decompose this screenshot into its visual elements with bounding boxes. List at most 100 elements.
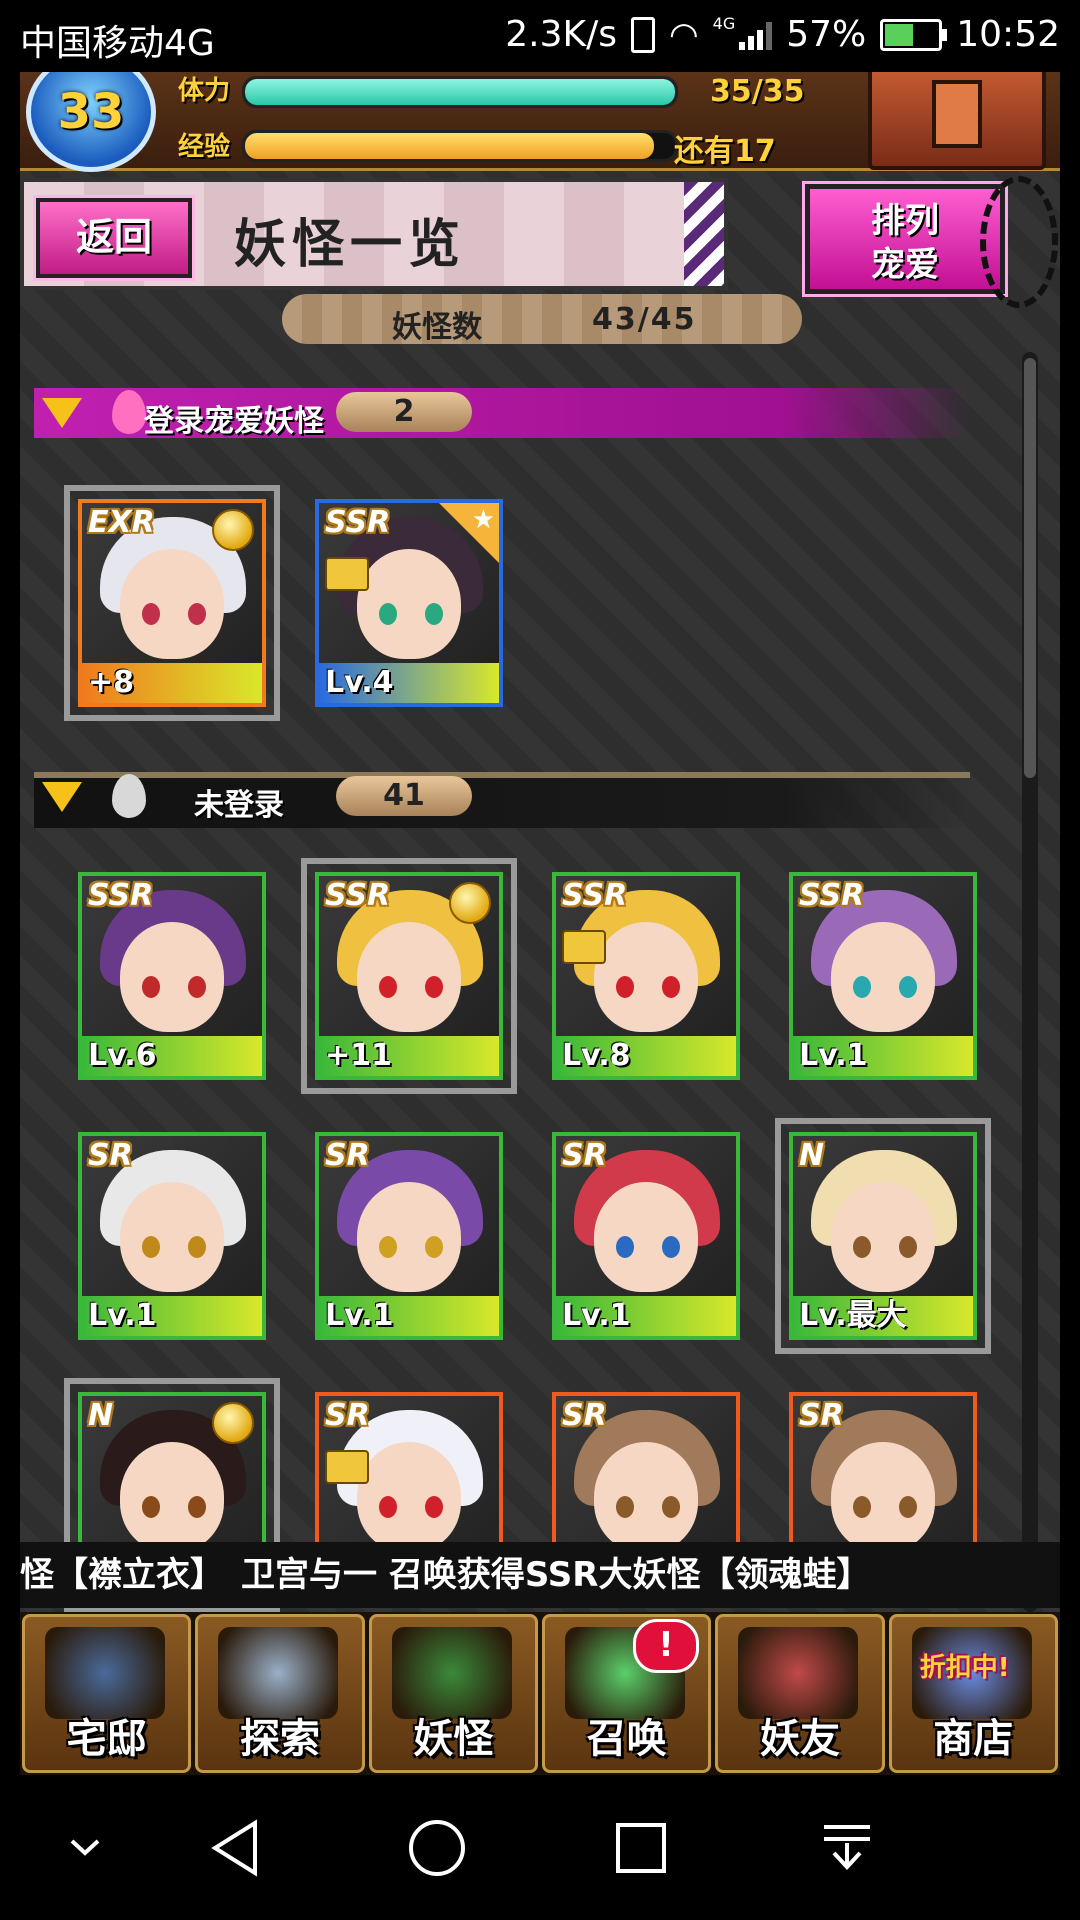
card-eye <box>142 1236 160 1258</box>
card-level: +11 <box>319 1036 499 1076</box>
card-level: Lv.4 <box>319 663 499 703</box>
nav-item-pentagram[interactable]: 召唤! <box>541 1614 712 1773</box>
rarity-badge: SR <box>325 1138 370 1173</box>
wifi-icon: ◠ <box>668 14 699 55</box>
lock-icon <box>325 557 369 591</box>
card-portrait-face <box>357 922 461 1032</box>
recents-nav-icon[interactable] <box>606 1813 676 1883</box>
monster-card[interactable]: SR Lv.1 <box>315 1132 503 1340</box>
nav-label: 妖怪 <box>413 1716 494 1762</box>
rarity-badge: SSR <box>88 878 154 913</box>
bottom-nav: 宅邸 探索 妖怪 召唤! 妖友 折扣中! 商店 <box>20 1612 1060 1775</box>
status-right: 2.3K/s ◠ 4G 57% 10:52 <box>505 14 1060 55</box>
monster-card[interactable]: SSR Lv.4 <box>315 499 503 707</box>
section-band <box>34 772 970 828</box>
player-level-badge: 33 <box>26 72 156 172</box>
card-eye <box>853 1496 871 1518</box>
back-button[interactable]: 返回 <box>33 195 195 281</box>
sort-button[interactable]: 排列 宠爱 <box>802 181 1008 297</box>
monster-card[interactable]: SR Lv.1 <box>552 1132 740 1340</box>
card-level: Lv.1 <box>82 1296 262 1336</box>
card-eye <box>853 1236 871 1258</box>
rarity-badge: N <box>799 1138 825 1173</box>
monster-count-value: 43/45 <box>592 302 697 337</box>
card-portrait-face <box>831 922 935 1032</box>
exp-remaining: 还有17 <box>674 134 776 169</box>
clock: 10:52 <box>956 14 1060 55</box>
nav-item-catgirl[interactable]: 妖友 <box>715 1614 885 1773</box>
section-label: 登录宠爱妖怪 <box>144 404 324 439</box>
rarity-badge: N <box>88 1398 114 1433</box>
nav-label: 妖友 <box>759 1716 840 1762</box>
card-level: Lv.1 <box>319 1296 499 1336</box>
card-level: Lv.6 <box>82 1036 262 1076</box>
monster-card[interactable]: SSR +11 <box>301 858 517 1094</box>
card-eye <box>899 1236 917 1258</box>
rarity-badge: SSR <box>325 878 391 913</box>
section-count: 41 <box>336 776 472 816</box>
sort-label-line1: 排列 <box>871 201 939 241</box>
card-eye <box>662 1496 680 1518</box>
card-portrait-face <box>594 922 698 1032</box>
nav-item-scroll[interactable]: 妖怪 <box>368 1614 538 1773</box>
monster-card[interactable]: SSR Lv.8 <box>552 872 740 1080</box>
monster-card[interactable]: SR Lv.1 <box>78 1132 266 1340</box>
stamina-value: 35/35 <box>710 74 805 109</box>
lock-icon <box>562 930 606 964</box>
medal-icon <box>449 882 491 924</box>
card-eye <box>425 976 443 998</box>
medal-icon <box>212 1402 254 1444</box>
back-nav-icon[interactable] <box>200 1813 270 1883</box>
carrier-label: 中国移动4G <box>20 23 215 64</box>
treasure-chest-icon[interactable] <box>868 72 1046 170</box>
list-scrollbar[interactable] <box>1022 352 1038 1612</box>
nav-label: 召唤 <box>586 1716 667 1762</box>
rarity-badge: SSR <box>799 878 865 913</box>
exp-bar <box>242 130 678 162</box>
card-portrait-face <box>594 1442 698 1552</box>
collapse-triangle-icon <box>42 398 82 428</box>
notification-pull-icon[interactable] <box>812 1813 882 1883</box>
section-favorites[interactable]: 登录宠爱妖怪 2 <box>34 378 970 439</box>
nav-item-house[interactable]: 宅邸 <box>22 1614 192 1773</box>
chevron-down-icon[interactable] <box>50 1813 120 1883</box>
home-nav-icon[interactable] <box>402 1813 472 1883</box>
monster-card[interactable]: EXR +8 <box>64 485 280 721</box>
card-portrait-face <box>120 1442 224 1552</box>
card-portrait-face <box>831 1442 935 1552</box>
rarity-badge: SR <box>88 1138 133 1173</box>
monster-count: 妖怪数 43/45 <box>282 294 802 345</box>
card-eye <box>616 976 634 998</box>
rarity-badge: SSR <box>562 878 628 913</box>
sort-label-line2: 宠爱 <box>871 245 939 285</box>
android-nav-bar <box>0 1775 1080 1920</box>
player-header: 33 体力 35/35 经验 还有17 <box>20 72 1060 172</box>
signal-icon <box>739 20 773 50</box>
nav-item-orb[interactable]: 折扣中! 商店 <box>888 1614 1058 1773</box>
card-level: Lv.1 <box>793 1036 973 1076</box>
nav-label: 宅邸 <box>66 1716 147 1762</box>
card-portrait-face <box>357 549 461 659</box>
card-eye <box>616 1236 634 1258</box>
nav-label: 商店 <box>933 1716 1014 1762</box>
card-eye <box>379 1496 397 1518</box>
card-eye <box>425 603 443 625</box>
card-eye <box>425 1236 443 1258</box>
scrollbar-thumb[interactable] <box>1024 358 1036 778</box>
monster-card[interactable]: N Lv.最大 <box>775 1118 991 1354</box>
card-eye <box>188 603 206 625</box>
heart-drop-icon <box>112 390 146 434</box>
rarity-badge: EXR <box>88 505 155 540</box>
page-title: 妖怪一览 <box>234 215 467 275</box>
favorite-star-icon <box>439 503 499 563</box>
card-eye <box>142 1496 160 1518</box>
card-portrait-face <box>357 1442 461 1552</box>
nav-item-magnifier[interactable]: 探索 <box>195 1614 365 1773</box>
section-unregistered[interactable]: 未登录 41 <box>34 762 970 828</box>
monster-card[interactable]: SSR Lv.1 <box>789 872 977 1080</box>
collapse-triangle-icon <box>42 782 82 812</box>
card-portrait-face <box>120 1182 224 1292</box>
monster-card[interactable]: SSR Lv.6 <box>78 872 266 1080</box>
card-level: Lv.最大 <box>793 1296 973 1336</box>
exp-label: 经验 <box>178 132 231 162</box>
